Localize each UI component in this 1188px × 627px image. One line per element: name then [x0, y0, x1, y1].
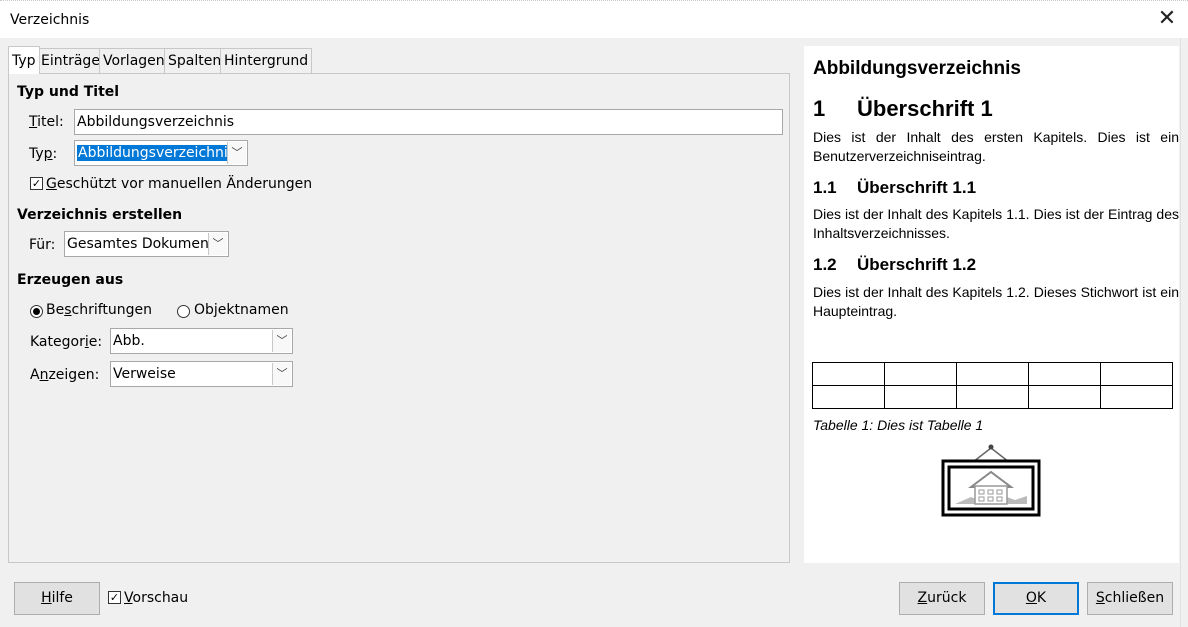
preview-paragraph-12: Dies ist der Inhalt des Kapitels 1.2. Di…: [813, 284, 1179, 319]
preview-paragraph-11: Dies ist der Inhalt des Kapitels 1.1. Di…: [813, 206, 1179, 241]
preview-h12-text: Überschrift 1.2: [857, 255, 977, 274]
close-button[interactable]: Schließen: [1087, 582, 1173, 615]
typ-label: Typ:: [29, 146, 58, 162]
section-verzeichnis-erstellen: Verzeichnis erstellen: [17, 207, 183, 223]
anzeigen-label: Anzeigen:: [30, 367, 100, 383]
tab-eintraege[interactable]: Einträge: [37, 48, 104, 73]
chevron-down-icon[interactable]: ﹀: [272, 363, 291, 385]
window-title: Verzeichnis: [10, 12, 90, 28]
preview-h11-number: 1.1: [813, 178, 837, 197]
tab-spalten[interactable]: Spalten: [164, 48, 226, 73]
help-button[interactable]: Hilfe: [14, 582, 100, 615]
fuer-select[interactable]: Gesamtes Dokument ﹀: [64, 231, 229, 257]
framed-picture-icon: [941, 444, 1041, 517]
preview-table: [812, 362, 1173, 409]
kategorie-select-value: Abb.: [113, 333, 145, 349]
title-bar: Verzeichnis ✕: [0, 0, 1188, 38]
fuer-select-value: Gesamtes Dokument: [67, 236, 215, 252]
preview-paragraph-1: Dies ist der Inhalt des ersten Kapitels.…: [813, 129, 1179, 164]
chevron-down-icon[interactable]: ﹀: [272, 330, 291, 352]
preview-h1-number: 1: [813, 96, 826, 121]
preview-toc-title: Abbildungsverzeichnis: [813, 58, 1021, 79]
radio-objektnamen-label: Objektnamen: [194, 302, 289, 318]
titel-label: Titel:: [29, 114, 64, 130]
preview-h11-text: Überschrift 1.1: [857, 178, 977, 197]
preview-checkbox[interactable]: ✓: [108, 591, 121, 604]
tab-typ[interactable]: Typ: [8, 46, 40, 74]
anzeigen-select-value: Verweise: [113, 366, 176, 382]
ok-button[interactable]: OK: [993, 582, 1079, 615]
preview-h1-text: Überschrift 1: [857, 96, 993, 121]
protected-checkbox[interactable]: ✓: [30, 177, 43, 190]
titel-input[interactable]: Abbildungsverzeichnis: [74, 109, 783, 135]
preview-table-caption: Tabelle 1: Dies ist Tabelle 1: [813, 417, 984, 433]
radio-objektnamen[interactable]: [177, 305, 190, 318]
close-icon[interactable]: ✕: [1156, 7, 1178, 31]
tab-vorlagen[interactable]: Vorlagen: [99, 48, 169, 73]
kategorie-select[interactable]: Abb. ﹀: [110, 328, 293, 354]
radio-beschriftungen[interactable]: [30, 305, 43, 318]
preview-h12-number: 1.2: [813, 255, 837, 274]
preview-checkbox-label: Vorschau: [124, 590, 189, 606]
section-erzeugen-aus: Erzeugen aus: [17, 272, 124, 288]
chevron-down-icon[interactable]: ﹀: [227, 142, 246, 164]
tab-hintergrund[interactable]: Hintergrund: [220, 48, 313, 73]
protected-label: Geschützt vor manuellen Änderungen: [46, 176, 313, 192]
preview-pane: Abbildungsverzeichnis 1 Überschrift 1 Di…: [804, 46, 1179, 563]
window-edge: [1180, 38, 1188, 627]
fuer-label: Für:: [29, 237, 56, 253]
back-button[interactable]: Zurück: [899, 582, 985, 615]
section-typ-und-titel: Typ und Titel: [17, 84, 120, 100]
anzeigen-select[interactable]: Verweise ﹀: [110, 361, 293, 387]
chevron-down-icon[interactable]: ﹀: [208, 233, 227, 255]
radio-beschriftungen-label: Beschriftungen: [46, 302, 153, 318]
typ-select-value: Abbildungsverzeichnis: [77, 145, 237, 161]
kategorie-label: Kategorie:: [30, 334, 103, 350]
typ-select[interactable]: Abbildungsverzeichnis ﹀: [74, 140, 248, 166]
